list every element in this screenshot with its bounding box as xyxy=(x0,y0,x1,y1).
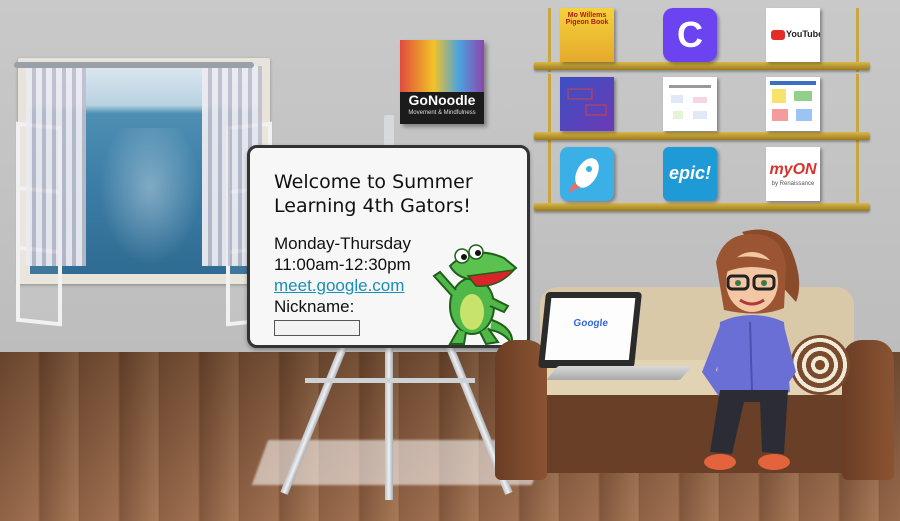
schedule-time: 11:00am-12:30pm xyxy=(274,255,411,274)
easel-leg-center xyxy=(385,345,393,500)
easel-top xyxy=(384,115,394,147)
rocket-app-link[interactable] xyxy=(560,147,614,201)
pigeon-book-title: Mo Willems Pigeon Book xyxy=(565,12,609,26)
laptop[interactable]: Google xyxy=(538,292,642,368)
shelf-top xyxy=(534,62,870,70)
shelf-bracket xyxy=(548,140,551,204)
epic-link[interactable]: epic! xyxy=(663,147,717,201)
welcome-heading: Welcome to Summer Learning 4th Gators! xyxy=(274,171,473,217)
gonoodle-characters-icon xyxy=(400,40,484,92)
nickname-label: Nickname: xyxy=(274,297,355,316)
shelf-middle xyxy=(534,132,870,140)
epic-label: epic! xyxy=(668,163,711,183)
quadrilaterals-worksheet-link[interactable] xyxy=(663,77,717,131)
gonoodle-link[interactable]: GoNoodle Movement & Mindfulness xyxy=(400,40,484,124)
curtain-left xyxy=(26,66,86,266)
pigeon-book-link[interactable]: Mo Willems Pigeon Book xyxy=(560,8,614,62)
gonoodle-title: GoNoodle xyxy=(408,92,476,108)
whiteboard: Welcome to Summer Learning 4th Gators! M… xyxy=(247,145,530,348)
youtube-play-icon xyxy=(771,30,785,40)
nickname-input[interactable] xyxy=(274,320,360,336)
worksheet-thumbnail-icon xyxy=(669,85,711,119)
window xyxy=(16,58,272,327)
curtain-rod xyxy=(14,62,254,68)
easel-crossbar xyxy=(305,378,475,383)
slides-resource-link[interactable] xyxy=(560,77,614,131)
teacher-avatar-icon xyxy=(702,229,800,470)
schedule-days: Monday-Thursday xyxy=(274,234,412,253)
rocket-icon xyxy=(568,158,599,193)
c-app-letter: C xyxy=(677,14,703,55)
myon-label: myON xyxy=(769,161,817,178)
geometry-thumbnail-icon xyxy=(770,81,816,121)
geometry-worksheet-link[interactable] xyxy=(766,77,820,131)
myon-subtitle: by Renaissance xyxy=(771,181,815,187)
shelf-bracket xyxy=(548,74,551,138)
slides-thumbnail-icon xyxy=(567,88,607,116)
shelf-bracket xyxy=(856,74,859,138)
canvas-app-link[interactable]: C xyxy=(663,8,717,62)
gonoodle-subtitle: Movement & Mindfulness xyxy=(408,110,476,116)
myon-link[interactable]: myON by Renaissance xyxy=(766,147,820,201)
google-logo: Google xyxy=(572,318,609,329)
youtube-label: YouTube xyxy=(786,29,820,39)
meet-link[interactable]: meet.google.com xyxy=(274,276,404,296)
youtube-link[interactable]: YouTube xyxy=(766,8,820,62)
laptop-display: Google xyxy=(544,298,636,360)
shelf-bracket xyxy=(856,140,859,204)
gator-mascot-icon xyxy=(432,244,518,347)
shelf-bottom xyxy=(534,203,870,211)
laptop-keyboard xyxy=(546,366,692,380)
